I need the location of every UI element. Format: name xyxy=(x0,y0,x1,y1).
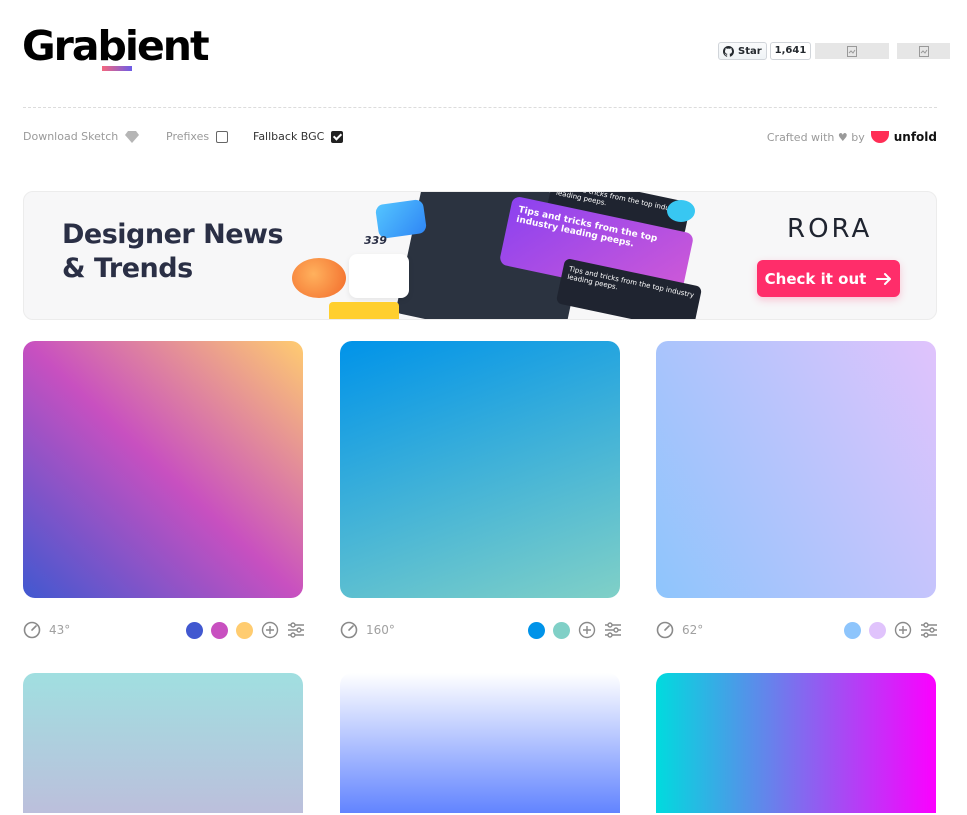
grabient-logo[interactable]: Grabient xyxy=(22,22,210,70)
gradient-meta: 43° xyxy=(23,620,305,640)
banner-headline: Designer News & Trends xyxy=(62,219,284,284)
color-swatch[interactable] xyxy=(211,621,228,639)
gradient-angle[interactable]: 62° xyxy=(656,621,703,639)
banner-count: 339 xyxy=(364,234,387,247)
broken-image-icon xyxy=(897,43,951,59)
banner-white-tile xyxy=(349,254,409,298)
gradient-card[interactable] xyxy=(23,673,303,813)
github-star-label: Star xyxy=(738,45,762,57)
cta-label: Check it out xyxy=(764,269,867,288)
color-swatch[interactable] xyxy=(869,621,886,639)
broken-image-icon xyxy=(815,43,890,59)
add-color-button[interactable] xyxy=(261,621,279,639)
arrow-right-icon xyxy=(876,272,892,285)
gradient-card[interactable] xyxy=(656,341,936,598)
gradient-angle[interactable]: 43° xyxy=(23,621,70,639)
gradient-angle-value: 160° xyxy=(366,623,395,637)
fallback-bgc-toggle[interactable]: Fallback BGC xyxy=(253,130,344,143)
gradient-swatches xyxy=(186,621,305,639)
gradient-card[interactable] xyxy=(23,341,303,598)
logo-underline xyxy=(102,66,132,71)
color-swatch[interactable] xyxy=(553,621,570,639)
angle-dial-icon[interactable] xyxy=(23,621,41,639)
prefixes-label: Prefixes xyxy=(166,130,210,143)
gradient-meta: 160° xyxy=(340,620,622,640)
crafted-with-label: Crafted with ♥ by xyxy=(766,130,865,144)
color-swatch[interactable] xyxy=(528,621,545,639)
prefixes-toggle[interactable]: Prefixes xyxy=(166,130,229,143)
fallback-bgc-label: Fallback BGC xyxy=(253,130,325,143)
gradient-settings-button[interactable] xyxy=(604,621,622,639)
unfold-logo-icon xyxy=(870,131,889,143)
gradient-card[interactable] xyxy=(340,341,620,598)
gradient-settings-button[interactable] xyxy=(287,621,305,639)
fallback-bgc-checkbox[interactable] xyxy=(331,130,344,143)
add-color-button[interactable] xyxy=(894,621,912,639)
add-color-button[interactable] xyxy=(578,621,596,639)
gradient-angle-value: 62° xyxy=(682,623,704,637)
gradient-settings-button[interactable] xyxy=(920,621,938,639)
check-it-out-button[interactable]: Check it out xyxy=(757,260,900,297)
chat-bubble-icon xyxy=(667,200,695,222)
color-swatch[interactable] xyxy=(186,621,203,639)
github-star-button[interactable]: Star xyxy=(718,42,767,60)
gradient-card[interactable] xyxy=(656,673,936,813)
github-widgets: Star 1,641 xyxy=(718,42,951,60)
gradient-angle-value: 43° xyxy=(49,623,71,637)
angle-dial-icon[interactable] xyxy=(340,621,358,639)
unfold-link[interactable]: unfold xyxy=(870,130,937,144)
download-sketch-link[interactable]: Download Sketch xyxy=(23,130,140,143)
grabient-page: Grabient Star 1,641 Download Sketch Pref… xyxy=(0,0,967,815)
github-icon xyxy=(723,45,734,57)
crafted-by: Crafted with ♥ by unfold xyxy=(767,130,937,144)
sliders-icon[interactable] xyxy=(604,621,622,639)
unfold-brand: unfold xyxy=(893,130,937,144)
angle-dial-icon[interactable] xyxy=(656,621,674,639)
gradient-swatches xyxy=(528,621,622,639)
download-sketch-label: Download Sketch xyxy=(23,130,119,143)
sliders-icon[interactable] xyxy=(920,621,938,639)
sliders-icon[interactable] xyxy=(287,621,305,639)
sketch-diamond-icon xyxy=(125,130,140,143)
prefixes-checkbox[interactable] xyxy=(216,130,229,143)
sponsor-banner[interactable]: Designer News & Trends 339 Tips and tric… xyxy=(23,191,937,320)
gradient-card[interactable] xyxy=(340,673,620,813)
gradient-angle[interactable]: 160° xyxy=(340,621,395,639)
github-star-count[interactable]: 1,641 xyxy=(769,42,812,60)
color-swatch[interactable] xyxy=(236,621,253,639)
banner-collage: 339 Tips and tricks from the top industr… xyxy=(289,192,729,319)
header-divider xyxy=(23,107,937,108)
bell-icon xyxy=(292,258,346,298)
add-color-icon[interactable] xyxy=(261,621,279,639)
rora-logo: RORA xyxy=(787,214,873,244)
color-swatch[interactable] xyxy=(844,621,861,639)
banner-yellow-card xyxy=(329,302,399,319)
add-color-icon[interactable] xyxy=(578,621,596,639)
add-color-icon[interactable] xyxy=(894,621,912,639)
gradient-swatches xyxy=(844,621,938,639)
gradient-meta: 62° xyxy=(656,620,938,640)
